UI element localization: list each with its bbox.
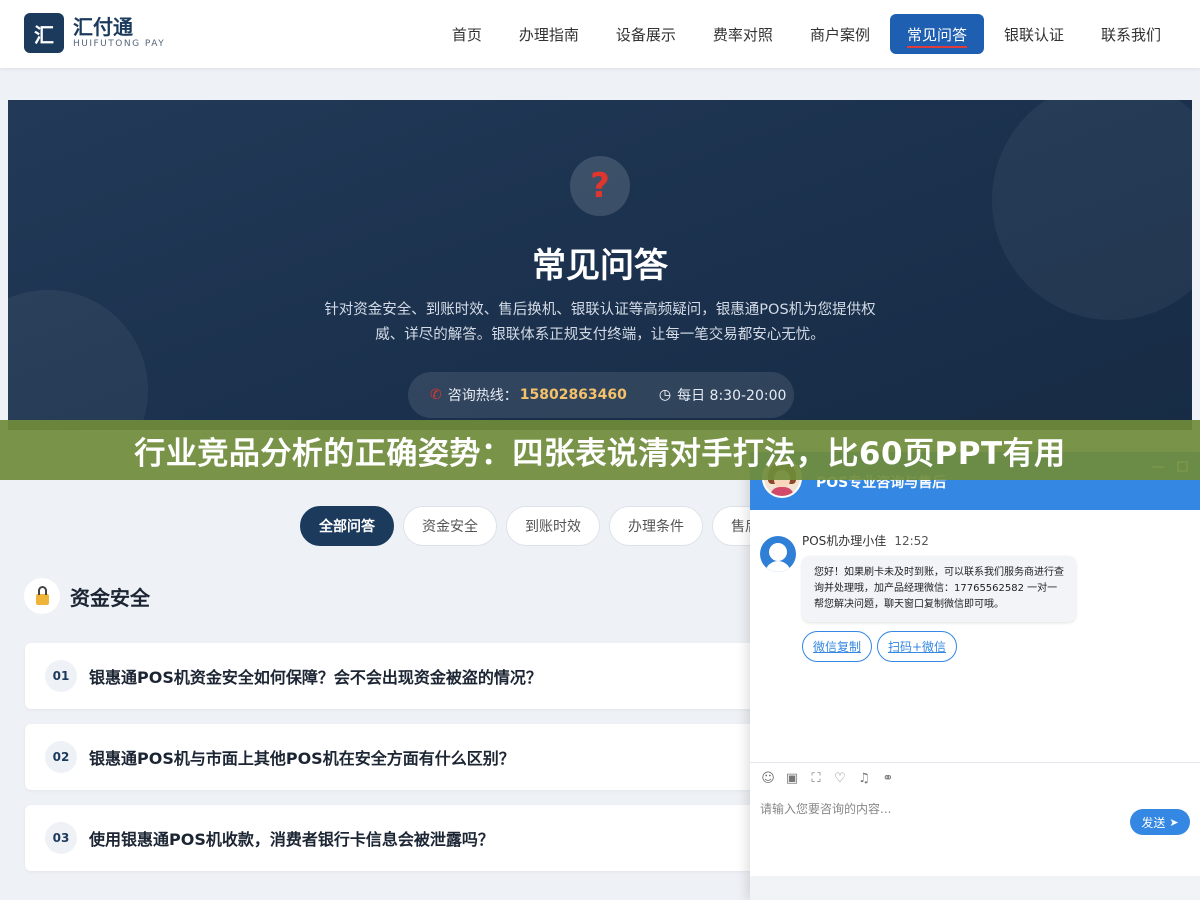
nav-item-devices[interactable]: 设备展示 bbox=[599, 14, 693, 54]
tab-all[interactable]: 全部问答 bbox=[300, 506, 394, 546]
chat-bubbles-icon[interactable]: ⚭ bbox=[880, 771, 896, 787]
decorative-circle bbox=[992, 100, 1192, 320]
agent-name-text: POS机办理小佳 bbox=[802, 534, 887, 548]
faq-question: 银惠通POS机资金安全如何保障？会不会出现资金被盗的情况？ bbox=[89, 668, 542, 687]
chat-message-input[interactable]: 请输入您要咨询的内容... bbox=[760, 800, 891, 817]
site-logo[interactable]: 汇 汇付通 HUIFUTONG PAY bbox=[24, 13, 165, 53]
lock-icon bbox=[24, 578, 60, 614]
tab-settlement-time[interactable]: 到账时效 bbox=[506, 506, 600, 546]
nav-item-faq[interactable]: 常见问答 bbox=[889, 14, 984, 54]
faq-filter-tabs: 全部问答 资金安全 到账时效 办理条件 售后 bbox=[300, 506, 787, 546]
faq-item[interactable]: 03 使用银惠通POS机收款，消费者银行卡信息会被泄露吗？ bbox=[25, 805, 785, 871]
page-title: 常见问答 bbox=[532, 246, 668, 286]
nav-item-cases[interactable]: 商户案例 bbox=[793, 14, 887, 54]
logo-mark: 汇 bbox=[24, 13, 64, 53]
tab-fund-security[interactable]: 资金安全 bbox=[403, 506, 497, 546]
faq-number: 03 bbox=[45, 822, 77, 854]
faq-number: 02 bbox=[45, 741, 77, 773]
logo-name: 汇付通 bbox=[73, 15, 133, 39]
phone-icon: ✆ bbox=[430, 387, 442, 403]
copy-wechat-button[interactable]: 微信复制 bbox=[802, 631, 873, 662]
nav-item-rates[interactable]: 费率对照 bbox=[696, 14, 790, 54]
section-title: 资金安全 bbox=[70, 585, 150, 610]
contact-info-pill: ✆ 咨询热线： 15802863460 ◷ 每日 8:30-20:00 bbox=[408, 372, 794, 418]
article-title-banner: 行业竞品分析的正确姿势：四张表说清对手打法，比60页PPT有用 bbox=[0, 420, 1200, 480]
chat-footer bbox=[750, 876, 1200, 900]
send-arrow-icon: ➤ bbox=[1169, 815, 1179, 829]
logo-english-name: HUIFUTONG PAY bbox=[73, 39, 166, 49]
nav-item-unionpay[interactable]: 银联认证 bbox=[987, 14, 1081, 54]
rating-icon[interactable]: ♡ bbox=[832, 771, 848, 787]
hero-description: 针对资金安全、到账时效、售后换机、银联认证等高频疑问，银惠通POS机为您提供权威… bbox=[324, 302, 876, 343]
agent-name: POS机办理小佳 12:52 bbox=[802, 532, 929, 549]
chat-toolbar: ☺ ▣ ⛶ ♡ ♫ ⚭ bbox=[750, 762, 1200, 794]
send-button[interactable]: 发送 ➤ bbox=[1130, 809, 1190, 835]
image-icon[interactable]: ▣ bbox=[784, 771, 800, 787]
tab-requirements[interactable]: 办理条件 bbox=[609, 506, 703, 546]
sound-icon[interactable]: ♫ bbox=[856, 771, 872, 787]
clock-icon: ◷ bbox=[658, 387, 672, 403]
hotline-number[interactable]: 15802863460 bbox=[520, 387, 627, 403]
scan-wechat-button[interactable]: 扫码+微信 bbox=[877, 631, 958, 662]
message-bubble: 您好！如果刷卡未及时到账，可以联系我们服务商进行查询并处理哦，加产品经理微信：1… bbox=[802, 556, 1076, 622]
faq-number: 01 bbox=[45, 660, 77, 692]
emoji-icon[interactable]: ☺ bbox=[760, 771, 776, 787]
chat-widget: POS专业咨询与售后 POS机办理小佳 12:52 您好！如果刷卡未及时到账，可以… bbox=[750, 452, 1200, 900]
faq-question: 银惠通POS机与市面上其他POS机在安全方面有什么区别？ bbox=[89, 749, 515, 768]
agent-avatar bbox=[760, 536, 796, 572]
nav-item-guide[interactable]: 办理指南 bbox=[502, 14, 596, 54]
message-time: 12:52 bbox=[894, 534, 929, 548]
nav-item-home[interactable]: 首页 bbox=[435, 14, 499, 54]
hero-section: ? 常见问答 针对资金安全、到账时效、售后换机、银联认证等高频疑问，银惠通POS… bbox=[8, 100, 1192, 430]
send-label: 发送 bbox=[1141, 815, 1166, 830]
main-nav: 首页 办理指南 设备展示 费率对照 商户案例 常见问答 银联认证 联系我们 bbox=[432, 14, 1178, 54]
service-hours: 每日 8:30-20:00 bbox=[677, 388, 787, 404]
question-icon: ? bbox=[570, 156, 630, 216]
site-header: 汇 汇付通 HUIFUTONG PAY 首页 办理指南 设备展示 费率对照 商户… bbox=[0, 0, 1200, 68]
faq-item[interactable]: 02 银惠通POS机与市面上其他POS机在安全方面有什么区别？ bbox=[25, 724, 785, 790]
faq-item[interactable]: 01 银惠通POS机资金安全如何保障？会不会出现资金被盗的情况？ bbox=[25, 643, 785, 709]
nav-item-contact[interactable]: 联系我们 bbox=[1084, 14, 1178, 54]
section-header: 资金安全 bbox=[24, 578, 150, 614]
decorative-circle bbox=[8, 290, 148, 430]
screenshot-icon[interactable]: ⛶ bbox=[808, 771, 824, 787]
faq-question: 使用银惠通POS机收款，消费者银行卡信息会被泄露吗？ bbox=[89, 830, 494, 849]
banner-text: 行业竞品分析的正确姿势：四张表说清对手打法，比60页PPT有用 bbox=[134, 435, 1066, 472]
hotline-label: 咨询热线： bbox=[447, 388, 518, 404]
